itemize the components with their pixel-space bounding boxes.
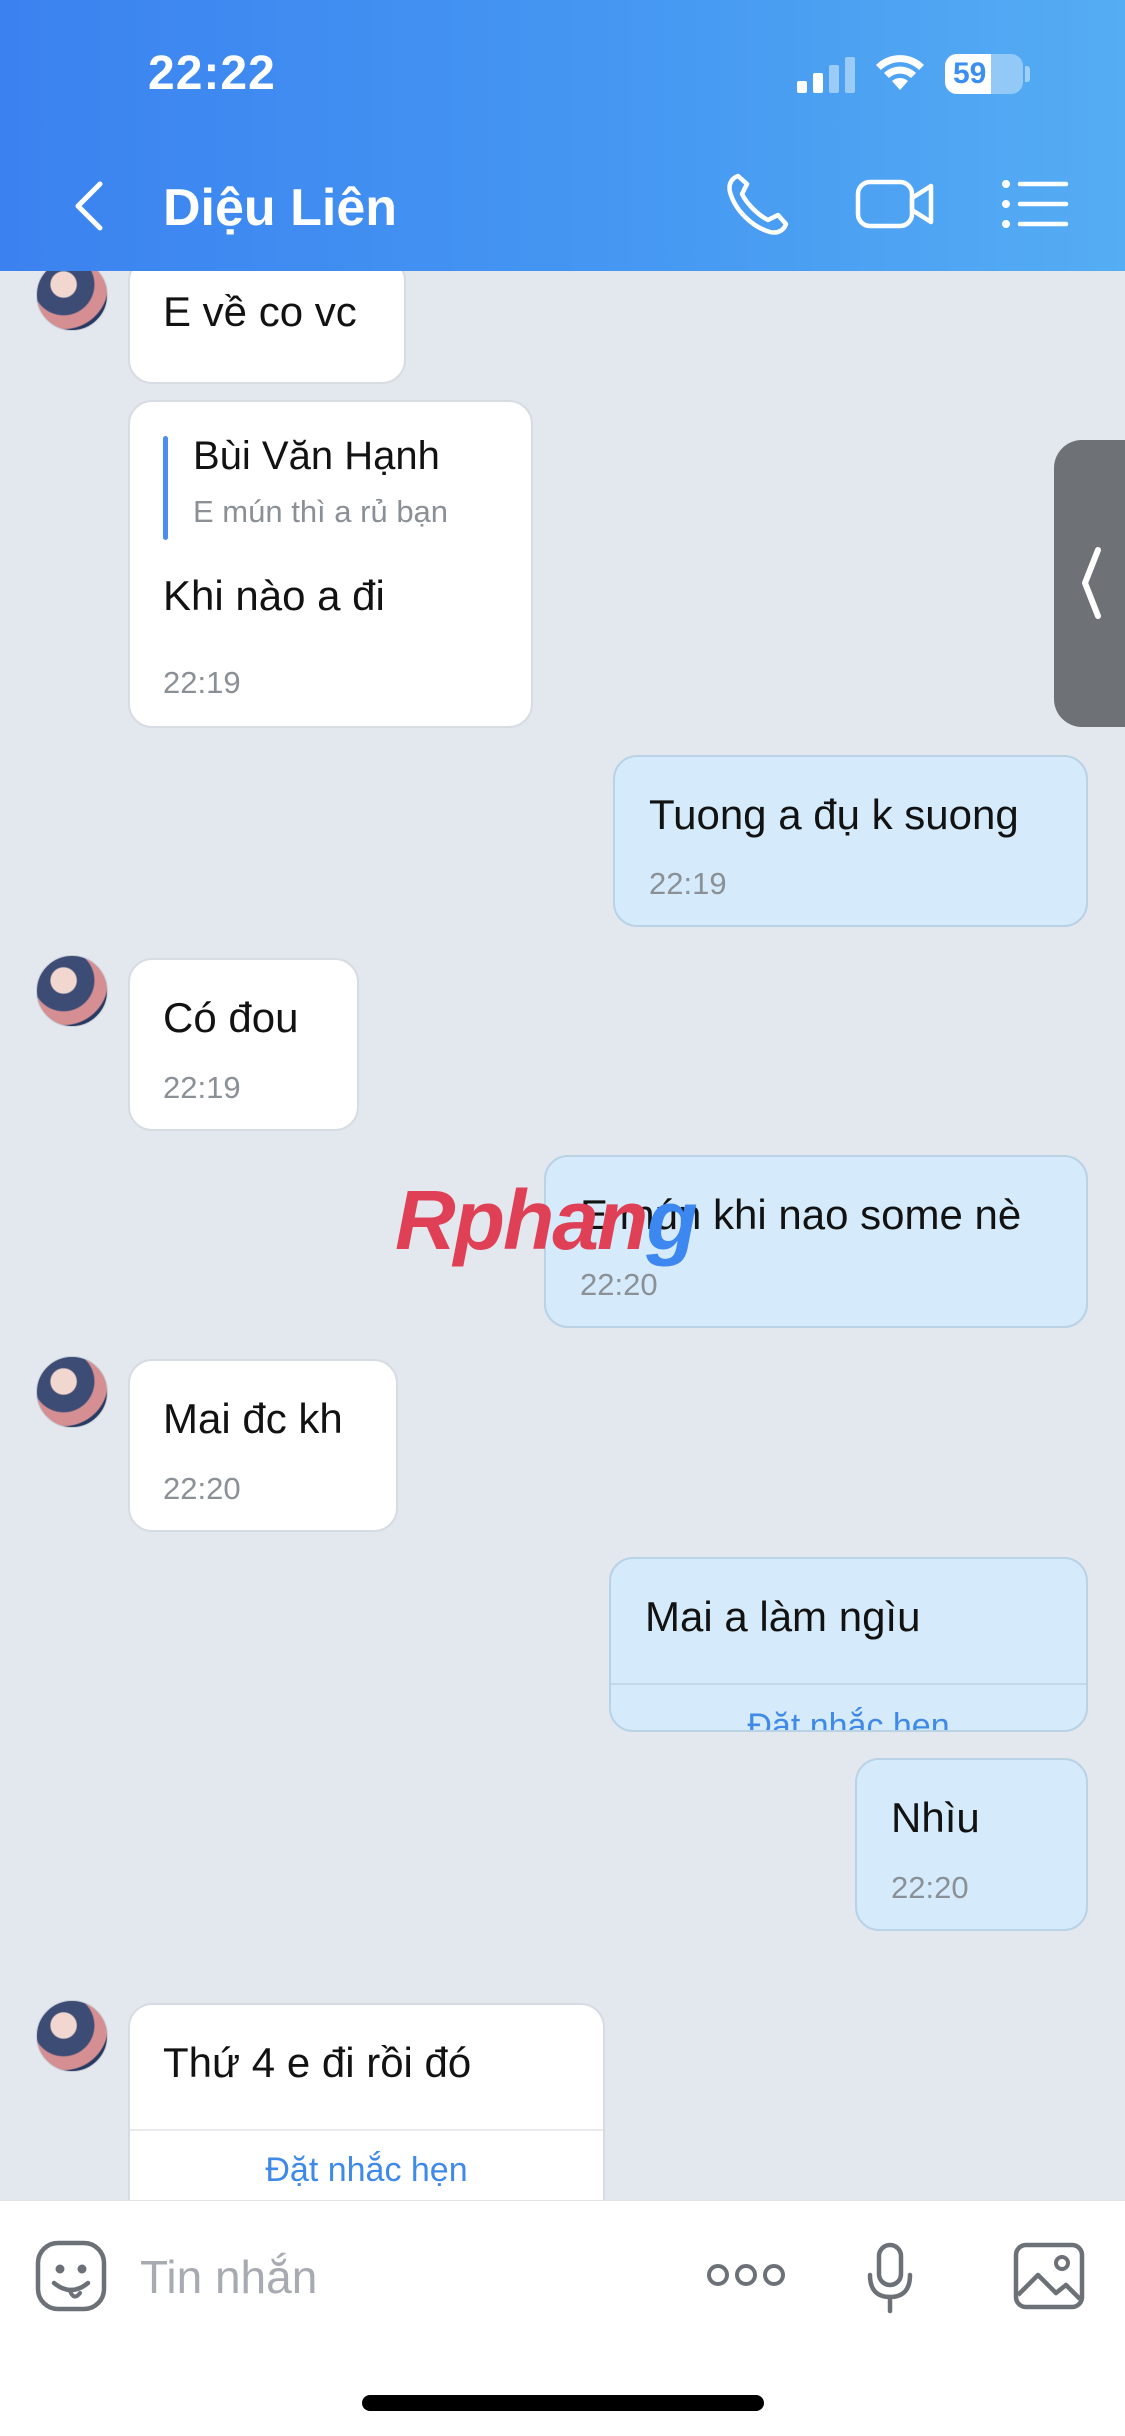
message-time: 22:19 [163, 665, 241, 700]
home-indicator [362, 2395, 764, 2411]
watermark-logo: Rphang [395, 1172, 698, 1269]
contact-avatar[interactable] [36, 955, 108, 1027]
chevron-left-icon [1082, 547, 1101, 619]
message-divider [130, 2129, 603, 2131]
battery-nub [1025, 66, 1030, 82]
message-text: Nhìu [891, 1794, 980, 1841]
reply-quote-text: E mún thì a rủ bạn [193, 494, 449, 529]
status-time: 22:22 [148, 47, 276, 100]
side-drawer-handle[interactable] [1054, 440, 1125, 727]
message-text: Mai a làm ngìu [645, 1593, 921, 1640]
watermark-part1: Rphan [395, 1173, 648, 1267]
contact-avatar[interactable] [36, 2000, 108, 2072]
message-text: Mai đc kh [163, 1395, 343, 1442]
message-time: 22:19 [163, 1070, 241, 1105]
chat-header: 22:22 59 Diệu Liên [0, 0, 1125, 271]
image-picker-button[interactable] [1012, 2241, 1086, 2311]
wifi-icon [876, 55, 924, 90]
message-bubble-incoming[interactable]: E về co vc [128, 271, 406, 384]
cellular-signal-icon [797, 57, 855, 93]
message-time: 22:20 [163, 1471, 241, 1506]
microphone-button[interactable] [865, 2241, 915, 2315]
sticker-button[interactable] [34, 2239, 108, 2313]
message-bubble-incoming[interactable]: Có đou 22:19 [128, 958, 359, 1131]
message-text: E về co vc [163, 288, 357, 335]
battery-indicator: 59 [945, 54, 1023, 94]
conversation-menu-button[interactable] [1000, 178, 1070, 230]
message-input-bar [0, 2200, 1125, 2436]
set-reminder-link[interactable]: Đặt nhắc hẹn [130, 2151, 603, 2190]
message-text: Khi nào a đi [163, 572, 385, 619]
message-text: Tuong a đụ k suong [649, 791, 1019, 838]
message-time: 22:20 [891, 1870, 969, 1905]
more-options-button[interactable] [706, 2257, 786, 2293]
message-bubble-incoming[interactable]: Thứ 4 e đi rồi đó Đặt nhắc hẹn [128, 2003, 605, 2200]
message-text: Thứ 4 e đi rồi đó [163, 2039, 472, 2086]
reply-quote-bar [163, 436, 168, 540]
message-bubble-outgoing[interactable]: Tuong a đụ k suong 22:19 [613, 755, 1088, 927]
message-bubble-outgoing[interactable]: Nhìu 22:20 [855, 1758, 1088, 1931]
battery-level: 59 [953, 57, 987, 90]
set-reminder-link[interactable]: Đặt nhắc hẹn [611, 1707, 1086, 1730]
contact-avatar[interactable] [36, 1356, 108, 1428]
voice-call-button[interactable] [722, 170, 792, 240]
watermark-part2: g [646, 1173, 697, 1267]
message-time: 22:20 [580, 1267, 658, 1302]
message-divider [611, 1683, 1086, 1685]
message-text: Có đou [163, 994, 299, 1041]
message-list[interactable]: E về co vc Bùi Văn Hạnh E mún thì a rủ b… [0, 271, 1125, 2200]
conversation-title[interactable]: Diệu Liên [163, 178, 397, 238]
message-bubble-outgoing[interactable]: Mai a làm ngìu Đặt nhắc hẹn [609, 1557, 1088, 1732]
message-bubble-incoming[interactable]: Mai đc kh 22:20 [128, 1359, 398, 1532]
reply-quote-author: Bùi Văn Hạnh [193, 434, 440, 478]
message-input[interactable] [140, 2245, 660, 2309]
contact-avatar[interactable] [36, 271, 108, 331]
video-call-button[interactable] [855, 176, 935, 232]
back-button[interactable] [60, 170, 120, 242]
message-time: 22:19 [649, 866, 727, 901]
message-bubble-incoming[interactable]: Bùi Văn Hạnh E mún thì a rủ bạn Khi nào … [128, 400, 533, 728]
